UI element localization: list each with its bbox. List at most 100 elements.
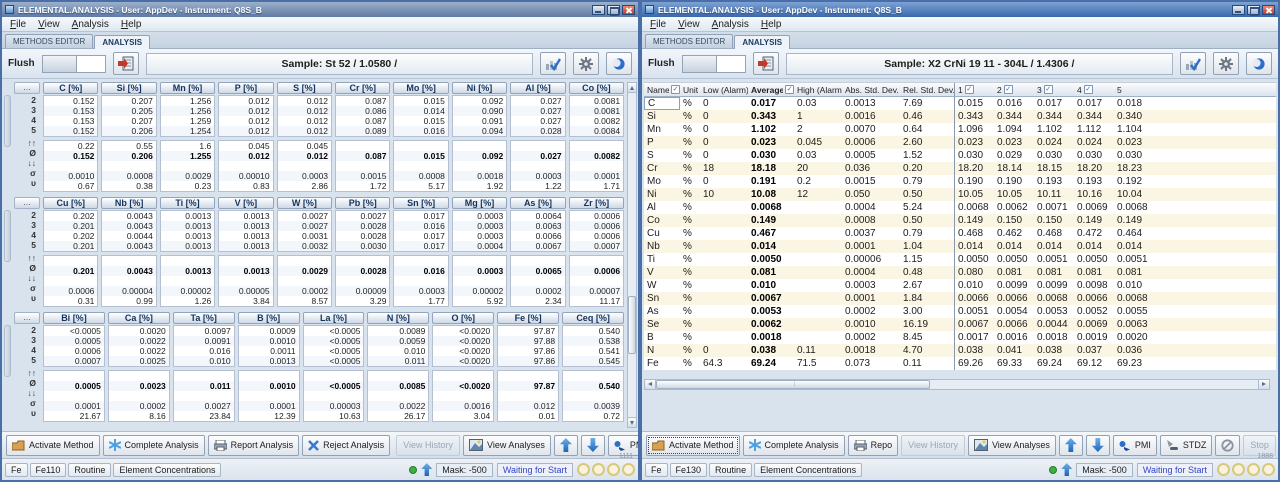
mini-scrollbar[interactable] bbox=[4, 95, 11, 147]
element-name[interactable]: B bbox=[644, 331, 680, 344]
element-column-header[interactable]: Mn [%] bbox=[160, 82, 215, 94]
column-header[interactable]: High (Alarm) bbox=[794, 83, 842, 96]
stdz-button[interactable]: STDZ bbox=[1160, 435, 1213, 456]
view-analyses-button[interactable]: View Analyses bbox=[968, 435, 1056, 456]
close-button[interactable] bbox=[622, 5, 635, 15]
element-column-header[interactable]: V [%] bbox=[218, 197, 273, 209]
element-name[interactable]: S bbox=[644, 149, 680, 162]
element-name[interactable]: Nb bbox=[644, 240, 680, 253]
tab-analysis[interactable]: ANALYSIS bbox=[734, 35, 790, 49]
menu-analysis[interactable]: Analysis bbox=[72, 19, 109, 30]
menu-analysis[interactable]: Analysis bbox=[712, 19, 749, 30]
element-column-header[interactable]: Zr [%] bbox=[569, 197, 624, 209]
status-tab-method[interactable]: Fe130 bbox=[670, 463, 708, 477]
element-column-header[interactable]: Co [%] bbox=[569, 82, 624, 94]
status-tab-routine[interactable]: Routine bbox=[709, 463, 752, 477]
tab-methods-editor[interactable]: METHODS EDITOR bbox=[645, 34, 733, 48]
move-down-button[interactable] bbox=[1086, 435, 1110, 456]
element-name[interactable]: Sn bbox=[644, 292, 680, 305]
scroll-track[interactable] bbox=[930, 380, 1257, 389]
mini-scrollbar[interactable] bbox=[4, 325, 11, 377]
activate-method-button[interactable]: Activate Method bbox=[646, 435, 740, 456]
menu-help[interactable]: Help bbox=[761, 19, 782, 30]
filter-icon[interactable]: ✓ bbox=[671, 85, 680, 94]
minimize-button[interactable] bbox=[592, 5, 605, 15]
table-row[interactable]: Co%0.1490.00080.500.1490.1500.1500.1490.… bbox=[644, 214, 1276, 227]
element-column-header[interactable]: Ca [%] bbox=[108, 312, 170, 324]
element-column-header[interactable]: O [%] bbox=[432, 312, 494, 324]
column-header[interactable]: 1✓ bbox=[954, 83, 994, 96]
pmi-button[interactable]: PMI bbox=[1113, 435, 1157, 456]
activate-method-button[interactable]: Activate Method bbox=[6, 435, 100, 456]
status-tab-method[interactable]: Fe110 bbox=[30, 463, 67, 477]
complete-analysis-button[interactable]: Complete Analysis bbox=[103, 435, 205, 456]
filter-icon[interactable]: ✓ bbox=[785, 85, 794, 94]
table-row[interactable]: P%00.0230.0450.00062.600.0230.0230.0240.… bbox=[644, 136, 1276, 149]
element-column-header[interactable]: Nb [%] bbox=[101, 197, 156, 209]
element-column-header[interactable]: As [%] bbox=[510, 197, 565, 209]
status-tab-routine[interactable]: Routine bbox=[68, 463, 111, 477]
flush-slider-thumb[interactable] bbox=[43, 56, 77, 72]
left-titlebar[interactable]: ELEMENTAL.ANALYSIS - User: AppDev - Inst… bbox=[2, 2, 638, 17]
element-column-header[interactable]: Sn [%] bbox=[393, 197, 448, 209]
scroll-right-arrow[interactable] bbox=[1258, 380, 1269, 389]
element-column-header[interactable]: S [%] bbox=[277, 82, 332, 94]
settings-button[interactable] bbox=[573, 52, 599, 75]
element-column-header[interactable]: Ni [%] bbox=[452, 82, 507, 94]
status-tab-fe[interactable]: Fe bbox=[645, 463, 668, 477]
element-column-header[interactable]: Cu [%] bbox=[43, 197, 98, 209]
column-header[interactable]: Rel. Std. Dev. bbox=[900, 83, 954, 96]
report-analysis-button[interactable]: Report Analysis bbox=[208, 435, 300, 456]
element-name[interactable]: Mo bbox=[644, 175, 680, 188]
filter-icon[interactable]: ✓ bbox=[1004, 85, 1013, 94]
table-row[interactable]: C%00.0170.030.00137.690.0150.0160.0170.0… bbox=[644, 97, 1276, 110]
menu-file[interactable]: File bbox=[10, 19, 26, 30]
reject-analysis-button[interactable]: Reject Analysis bbox=[302, 435, 390, 456]
settings-button[interactable] bbox=[1213, 52, 1239, 75]
element-name[interactable]: Fe bbox=[644, 357, 680, 370]
vertical-scrollbar[interactable] bbox=[627, 82, 637, 428]
save-analysis-button[interactable] bbox=[113, 52, 139, 75]
element-name[interactable]: Cr bbox=[644, 162, 680, 175]
menu-view[interactable]: View bbox=[38, 19, 60, 30]
table-row[interactable]: S%00.0300.030.00051.520.0300.0290.0300.0… bbox=[644, 149, 1276, 162]
table-row[interactable]: V%0.0810.00040.480.0800.0810.0810.0810.0… bbox=[644, 266, 1276, 279]
tab-methods-editor[interactable]: METHODS EDITOR bbox=[5, 34, 93, 48]
element-name[interactable]: N bbox=[644, 344, 680, 357]
table-row[interactable]: Cr%1818.18200.0360.2018.2018.1418.1518.2… bbox=[644, 162, 1276, 175]
table-row[interactable]: Si%00.34310.00160.460.3430.3440.3440.344… bbox=[644, 110, 1276, 123]
scroll-down-arrow[interactable] bbox=[628, 417, 636, 427]
table-row[interactable]: Mn%01.10220.00700.641.0961.0941.1021.112… bbox=[644, 123, 1276, 136]
element-name[interactable]: Ti bbox=[644, 253, 680, 266]
mini-scrollbar[interactable] bbox=[4, 210, 11, 262]
horizontal-scrollbar[interactable] bbox=[644, 379, 1270, 390]
column-header[interactable]: Low (Alarm) bbox=[700, 83, 748, 96]
filter-icon[interactable]: ✓ bbox=[1084, 85, 1093, 94]
minimize-button[interactable] bbox=[1232, 5, 1245, 15]
scroll-left-arrow[interactable] bbox=[645, 380, 656, 389]
element-column-header[interactable]: Si [%] bbox=[101, 82, 156, 94]
standby-button[interactable] bbox=[606, 52, 632, 75]
chart-check-button[interactable] bbox=[1180, 52, 1206, 75]
table-row[interactable]: Al%0.00680.00045.240.00680.00620.00710.0… bbox=[644, 201, 1276, 214]
element-column-header[interactable]: N [%] bbox=[367, 312, 429, 324]
column-header[interactable]: Average✓ bbox=[748, 83, 794, 96]
right-titlebar[interactable]: ELEMENTAL.ANALYSIS - User: AppDev - Inst… bbox=[642, 2, 1278, 17]
element-column-header[interactable]: Pb [%] bbox=[335, 197, 390, 209]
element-column-header[interactable]: Bi [%] bbox=[43, 312, 105, 324]
column-header[interactable]: Unit bbox=[680, 83, 700, 96]
move-up-button[interactable] bbox=[554, 435, 578, 456]
close-button[interactable] bbox=[1262, 5, 1275, 15]
element-column-header[interactable]: B [%] bbox=[238, 312, 300, 324]
table-row[interactable]: Mo%00.1910.20.00150.790.1900.1900.1930.1… bbox=[644, 175, 1276, 188]
maximize-button[interactable] bbox=[1247, 5, 1260, 15]
element-column-header[interactable]: Al [%] bbox=[510, 82, 565, 94]
table-row[interactable]: Ti%0.00500.000061.150.00500.00500.00510.… bbox=[644, 253, 1276, 266]
standby-button[interactable] bbox=[1246, 52, 1272, 75]
status-tab-fe[interactable]: Fe bbox=[5, 463, 28, 477]
table-row[interactable]: Sn%0.00670.00011.840.00660.00660.00680.0… bbox=[644, 292, 1276, 305]
menu-help[interactable]: Help bbox=[121, 19, 142, 30]
column-header[interactable]: 4✓ bbox=[1074, 83, 1114, 96]
flush-slider[interactable] bbox=[682, 55, 746, 73]
column-header[interactable]: Name✓ bbox=[644, 83, 680, 96]
